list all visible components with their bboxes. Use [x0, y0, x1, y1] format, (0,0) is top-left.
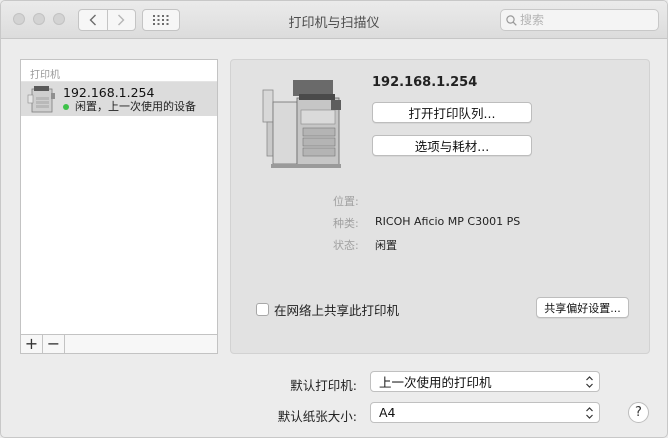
- remove-printer-button[interactable]: −: [43, 335, 65, 353]
- location-row: 位置:: [333, 193, 375, 209]
- add-printer-button[interactable]: +: [21, 335, 43, 353]
- updown-chevron-icon: [586, 376, 593, 388]
- kind-row: 种类: RICOH Aficio MP C3001 PS: [333, 215, 520, 231]
- printer-name: 192.168.1.254: [63, 84, 155, 100]
- open-print-queue-button[interactable]: 打开打印队列...: [372, 102, 532, 123]
- updown-chevron-icon: [586, 407, 593, 419]
- printers-scanners-window: 打印机与扫描仪 打印机 192.168.1.254: [0, 0, 668, 438]
- options-supplies-button[interactable]: 选项与耗材...: [372, 135, 532, 156]
- default-printer-label: 默认打印机:: [290, 378, 357, 393]
- list-item-text: 192.168.1.254 闲置，上一次使用的设备: [63, 85, 196, 114]
- status-row: 状态: 闲置: [333, 237, 397, 253]
- search-icon: [506, 14, 517, 26]
- status-dot-icon: [63, 103, 69, 110]
- detail-printer-name: 192.168.1.254: [372, 75, 478, 90]
- default-printer-select[interactable]: 上一次使用的打印机: [370, 371, 600, 392]
- list-footer: + −: [21, 334, 217, 353]
- printer-status: 闲置，上一次使用的设备: [63, 100, 196, 114]
- share-printer-label: 在网络上共享此打印机: [274, 303, 400, 318]
- printer-list: 打印机 192.168.1.254 闲置，上一次使用的设备 + −: [20, 59, 218, 354]
- share-printer-checkbox[interactable]: [256, 303, 269, 316]
- kind-value: RICOH Aficio MP C3001 PS: [375, 215, 521, 228]
- paper-size-value: A4: [379, 405, 396, 420]
- printer-list-header: 打印机: [21, 60, 217, 82]
- search-field[interactable]: [500, 9, 659, 31]
- default-printer-value: 上一次使用的打印机: [379, 375, 492, 390]
- help-button[interactable]: ?: [628, 402, 649, 423]
- printer-icon: [27, 86, 55, 113]
- title-bar: 打印机与扫描仪: [1, 1, 667, 39]
- location-label: 位置:: [333, 195, 359, 208]
- kind-label: 种类:: [333, 217, 359, 230]
- search-input[interactable]: [520, 13, 650, 27]
- paper-size-label: 默认纸张大小:: [277, 409, 357, 424]
- printer-status-text: 闲置，上一次使用的设备: [75, 99, 196, 113]
- printer-detail-panel: 192.168.1.254 打开打印队列... 选项与耗材... 位置: 种类:…: [230, 59, 650, 354]
- sharing-preferences-button[interactable]: 共享偏好设置...: [536, 297, 629, 318]
- share-printer-option[interactable]: 在网络上共享此打印机: [256, 300, 399, 319]
- printer-large-icon: [262, 80, 341, 168]
- paper-size-select[interactable]: A4: [370, 402, 600, 423]
- status-value: 闲置: [375, 239, 397, 252]
- list-item[interactable]: 192.168.1.254 闲置，上一次使用的设备: [21, 82, 217, 116]
- status-label: 状态:: [333, 239, 359, 252]
